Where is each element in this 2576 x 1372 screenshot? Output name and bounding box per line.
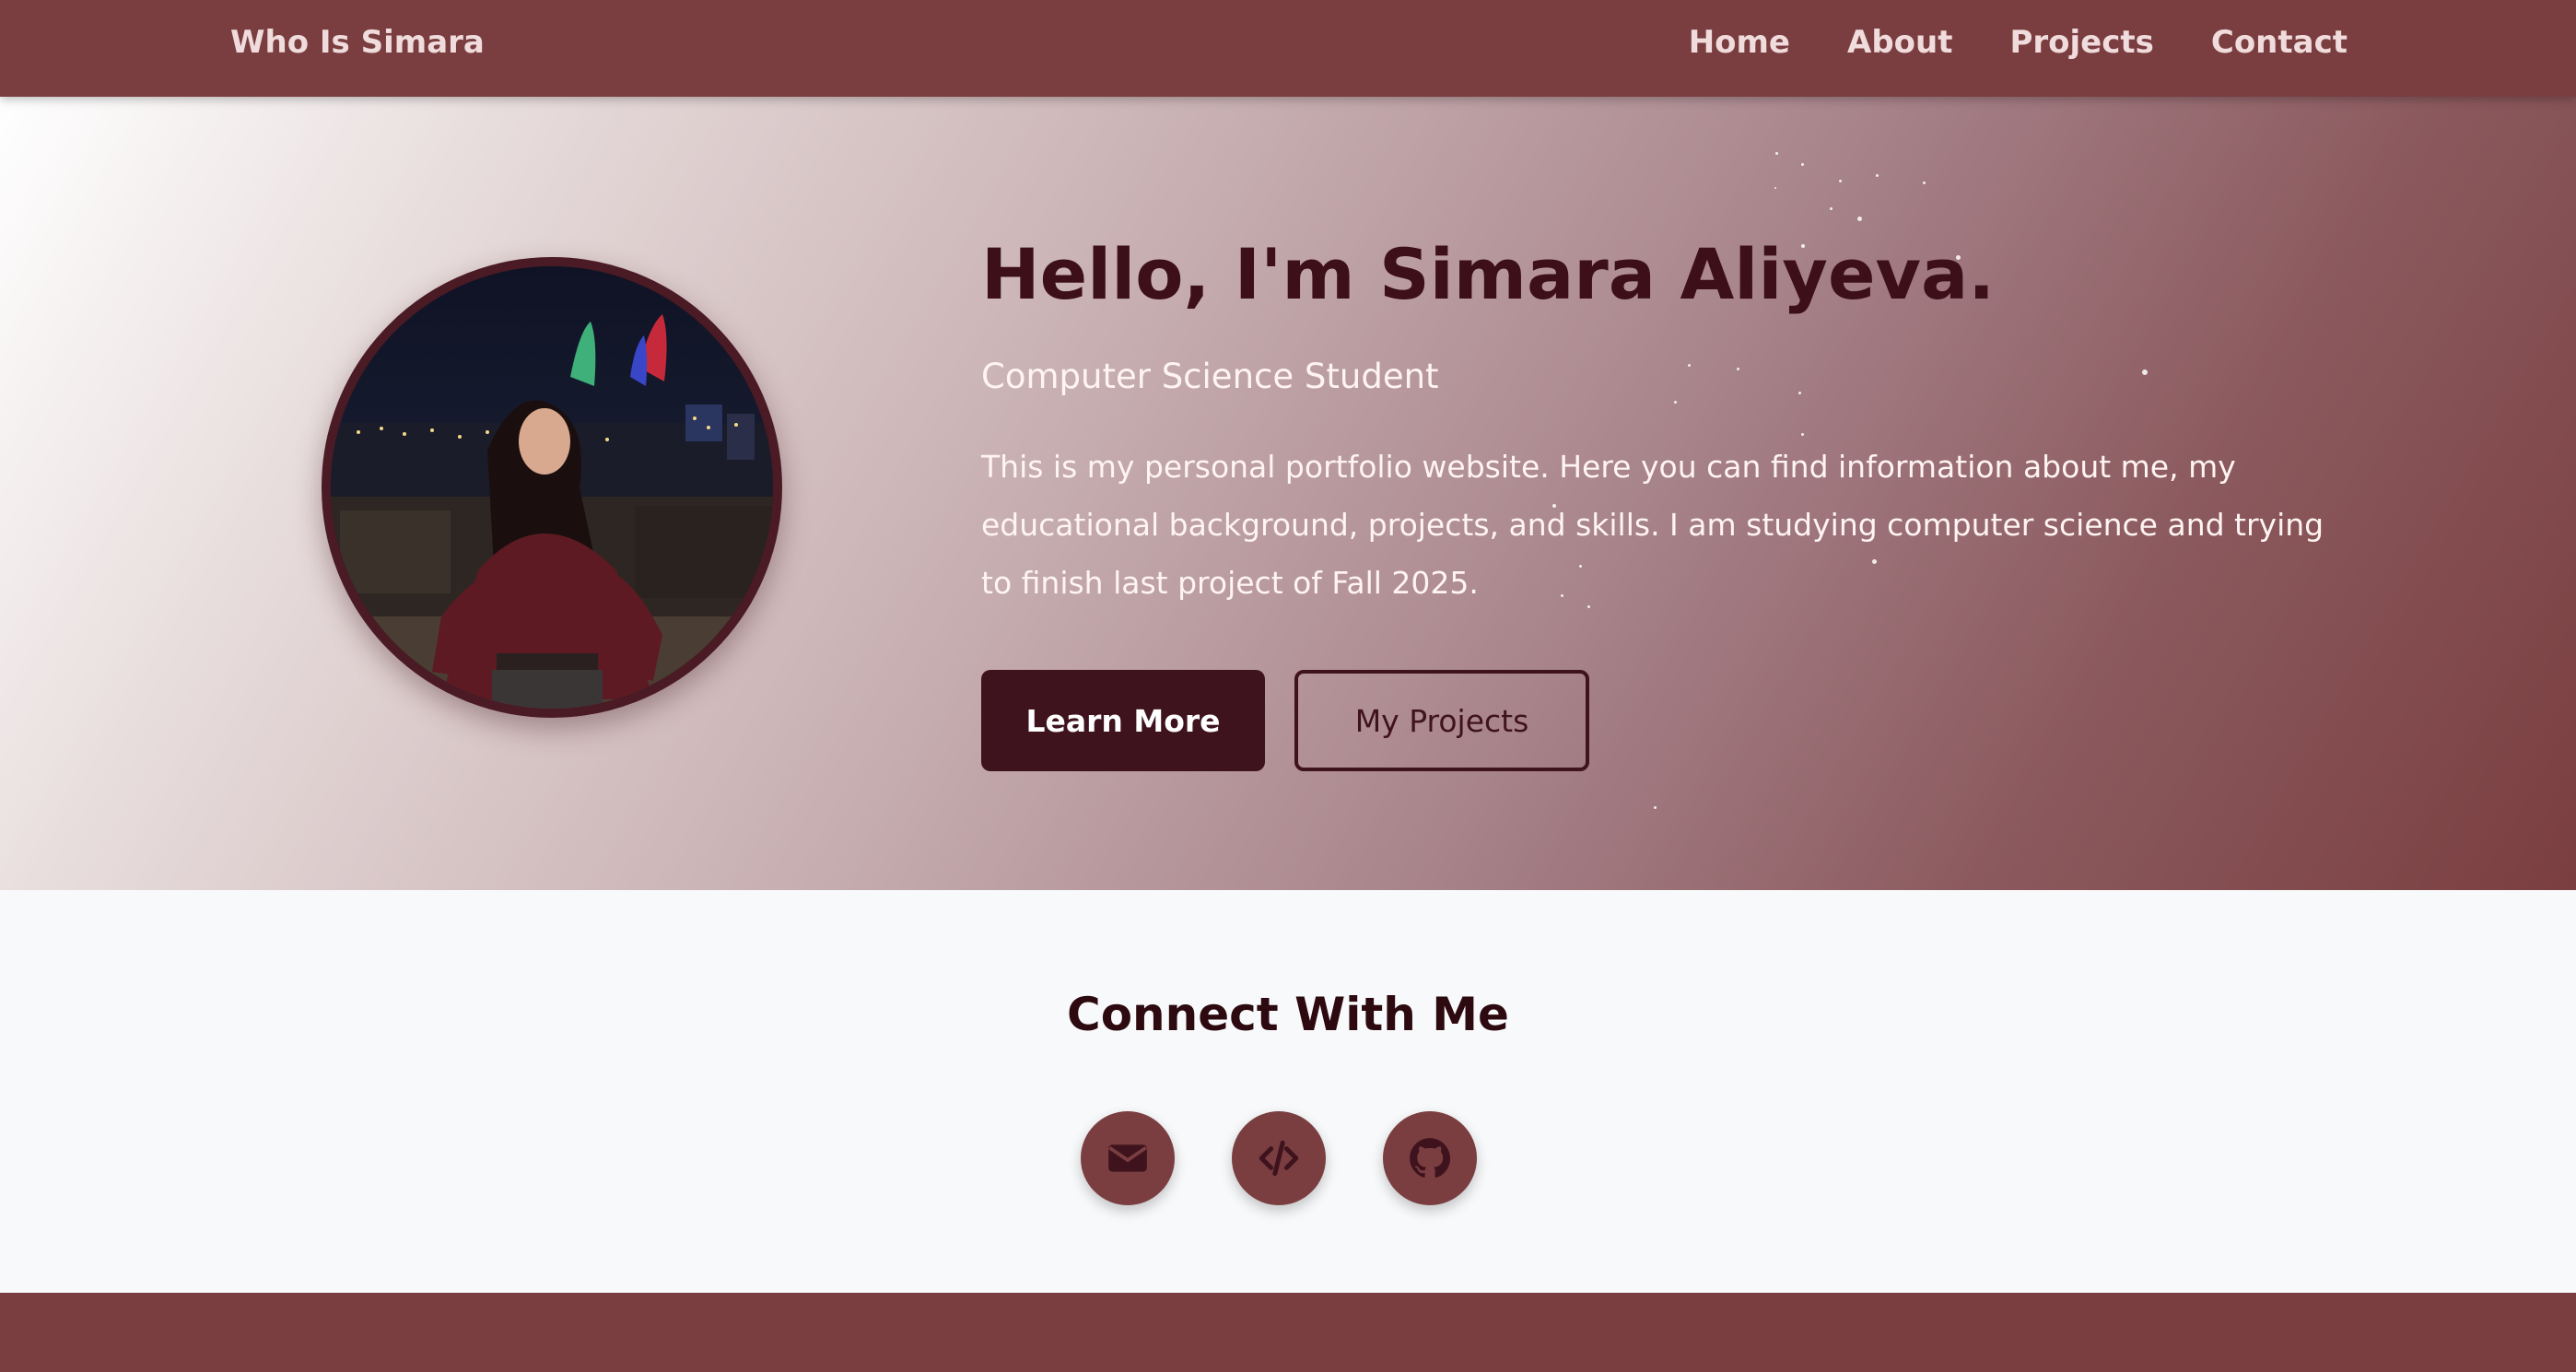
github-link[interactable]: [1383, 1111, 1477, 1205]
navbar: Who Is Simara Home About Projects Contac…: [0, 0, 2576, 97]
connect-section: Connect With Me: [0, 890, 2576, 1293]
brand-logo[interactable]: Who Is Simara: [230, 24, 485, 61]
nav-link-about[interactable]: About: [1847, 24, 1952, 61]
code-link[interactable]: [1232, 1111, 1326, 1205]
hero-subtitle: Computer Science Student: [981, 357, 1439, 396]
connect-title: Connect With Me: [1067, 988, 1509, 1041]
profile-photo: [322, 257, 782, 718]
nav-link-contact[interactable]: Contact: [2211, 24, 2348, 61]
nav-links: Home About Projects Contact: [1689, 24, 2348, 61]
hero-section: Hello, I'm Simara Aliyeva. Computer Scie…: [0, 97, 2576, 890]
nav-link-projects[interactable]: Projects: [2009, 24, 2153, 61]
my-projects-button[interactable]: My Projects: [1294, 670, 1589, 771]
nav-link-home[interactable]: Home: [1689, 24, 1790, 61]
email-link[interactable]: [1081, 1111, 1175, 1205]
hero-description: This is my personal portfolio website. H…: [981, 449, 2324, 601]
github-icon: [1410, 1138, 1451, 1179]
hero-title: Hello, I'm Simara Aliyeva.: [981, 233, 1996, 315]
learn-more-button[interactable]: Learn More: [981, 670, 1265, 771]
envelope-icon: [1108, 1144, 1147, 1172]
code-icon: [1259, 1140, 1299, 1177]
footer: [0, 1293, 2576, 1372]
